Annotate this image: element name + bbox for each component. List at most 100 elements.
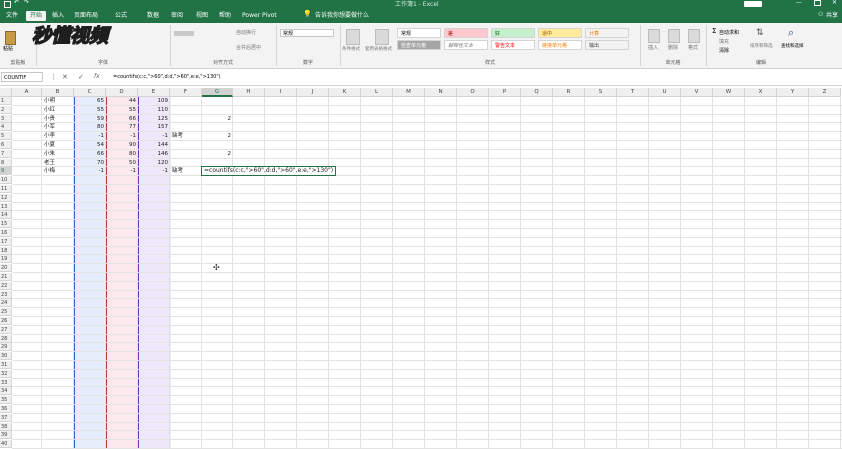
score-c-cell[interactable]: 70 [76, 159, 104, 167]
sort-filter-icon[interactable]: ⇅ [756, 28, 764, 38]
column-header[interactable]: P [489, 88, 521, 97]
row-header[interactable]: 16 [0, 229, 12, 237]
name-cell[interactable]: 小梅 [44, 167, 72, 175]
column-header[interactable]: N [425, 88, 457, 97]
paste-icon[interactable] [5, 31, 16, 45]
enter-icon[interactable]: ✓ [78, 72, 84, 82]
column-header[interactable]: J [297, 88, 329, 97]
conditional-format-icon[interactable] [346, 29, 360, 45]
row-header[interactable]: 20 [0, 264, 12, 273]
undo-icon[interactable]: ↶ [14, 0, 19, 6]
row-header[interactable]: 9 [0, 167, 12, 176]
note-cell[interactable]: 缺考 [172, 132, 200, 140]
paste-label[interactable]: 粘贴 [3, 45, 13, 52]
style-warning[interactable]: 警告文本 [491, 40, 535, 50]
total-cell[interactable]: 120 [140, 159, 169, 167]
style-normal[interactable]: 常规 [397, 28, 441, 38]
insert-cells-icon[interactable] [648, 29, 660, 43]
column-header[interactable]: F [170, 88, 202, 97]
row-header[interactable]: 19 [0, 255, 12, 264]
column-header[interactable]: S [585, 88, 617, 97]
row-header[interactable]: 10 [0, 176, 12, 185]
note-cell[interactable] [172, 159, 200, 167]
tab-page-layout[interactable]: 页面布局 [70, 11, 102, 21]
result-cell[interactable] [204, 123, 231, 131]
column-header[interactable]: Y [777, 88, 809, 97]
row-header[interactable]: 27 [0, 325, 12, 334]
row-header[interactable]: 30 [0, 352, 12, 361]
name-cell[interactable]: 小夏 [44, 141, 72, 149]
row-header[interactable]: 29 [0, 343, 12, 352]
delete-cells-button[interactable]: 删除 [668, 44, 678, 51]
score-c-cell[interactable]: 55 [76, 106, 104, 114]
autosum-button[interactable]: 自动求和 [719, 29, 739, 36]
score-d-cell[interactable]: 66 [108, 115, 136, 123]
delete-cells-icon[interactable] [668, 29, 680, 43]
score-c-cell[interactable]: 65 [76, 97, 104, 105]
row-header[interactable]: 15 [0, 220, 12, 229]
row-header[interactable]: 23 [0, 290, 12, 299]
column-header[interactable]: B [42, 88, 74, 97]
cancel-icon[interactable]: ✕ [62, 72, 68, 82]
result-cell[interactable] [204, 97, 231, 105]
column-header[interactable]: E [138, 88, 170, 97]
column-header[interactable]: W [713, 88, 745, 97]
total-cell[interactable]: 157 [140, 123, 169, 131]
score-c-cell[interactable]: 59 [76, 115, 104, 123]
worksheet-grid[interactable]: A B C D E F G H I J K L M N O P Q R S T U V W X Y Z 1 2 3 4 5 6 7 8 9 10 11 1… [0, 88, 842, 449]
tab-review[interactable]: 审阅 [167, 11, 187, 21]
name-cell[interactable]: 小朱 [44, 150, 72, 158]
style-calculation[interactable]: 计算 [585, 28, 629, 38]
tab-help[interactable]: 帮助 [215, 11, 235, 21]
score-d-cell[interactable]: 90 [108, 141, 136, 149]
row-header[interactable]: 13 [0, 202, 12, 211]
row-header[interactable]: 37 [0, 413, 12, 422]
conditional-format-button[interactable]: 条件格式 [342, 46, 360, 52]
score-d-cell[interactable]: 80 [108, 150, 136, 158]
note-cell[interactable]: 缺考 [172, 167, 200, 175]
score-c-cell[interactable]: -1 [76, 167, 104, 175]
row-header[interactable]: 38 [0, 422, 12, 431]
row-header[interactable]: 36 [0, 405, 12, 413]
more-icon[interactable]: ⋮ [50, 72, 57, 82]
column-header[interactable]: T [617, 88, 649, 97]
row-header[interactable]: 22 [0, 281, 12, 290]
column-header[interactable]: U [649, 88, 681, 97]
style-output[interactable]: 输出 [585, 40, 629, 50]
row-header[interactable]: 40 [0, 440, 12, 449]
find-select-button[interactable]: 查找和选择 [781, 43, 804, 49]
minimize-icon[interactable]: — [796, 0, 802, 6]
tab-formulas[interactable]: 公式 [111, 11, 131, 21]
total-cell[interactable]: -1 [140, 167, 168, 175]
row-header[interactable]: 21 [0, 273, 12, 281]
row-header[interactable]: 8 [0, 158, 12, 167]
name-cell[interactable]: 小红 [44, 106, 72, 114]
formula-input[interactable]: =countifs(c:c,">60",d:d,">60",e:e,">130"… [110, 72, 842, 82]
score-d-cell[interactable]: -1 [108, 167, 136, 175]
tab-view[interactable]: 视图 [192, 11, 212, 21]
row-header[interactable]: 1 [0, 97, 12, 105]
row-header[interactable]: 39 [0, 431, 12, 440]
column-header[interactable]: M [393, 88, 425, 97]
score-c-cell[interactable]: -1 [76, 132, 104, 140]
column-header[interactable]: Z [809, 88, 841, 97]
save-icon[interactable] [4, 1, 11, 8]
score-c-cell[interactable]: 54 [76, 141, 104, 149]
result-cell[interactable] [204, 106, 231, 114]
total-cell[interactable]: -1 [140, 132, 168, 140]
active-cell-editor[interactable]: =countifs(c:c,">60",d:d,">60",e:e,">130"… [200, 166, 337, 177]
score-c-cell[interactable]: 66 [76, 150, 104, 158]
fill-button[interactable]: 填充 [719, 38, 729, 45]
insert-cells-button[interactable]: 插入 [648, 44, 658, 51]
format-cells-icon[interactable] [688, 29, 700, 43]
name-cell[interactable]: 小明 [44, 97, 72, 105]
redo-icon[interactable]: ↷ [24, 0, 29, 6]
row-header[interactable]: 33 [0, 378, 12, 387]
row-header[interactable]: 7 [0, 149, 12, 158]
name-cell[interactable]: 老王 [44, 159, 72, 167]
name-cell[interactable]: 小贵 [44, 115, 72, 123]
format-cells-button[interactable]: 格式 [688, 44, 698, 51]
row-header[interactable]: 32 [0, 369, 12, 378]
row-header[interactable]: 6 [0, 141, 12, 149]
score-d-cell[interactable]: -1 [108, 132, 136, 140]
